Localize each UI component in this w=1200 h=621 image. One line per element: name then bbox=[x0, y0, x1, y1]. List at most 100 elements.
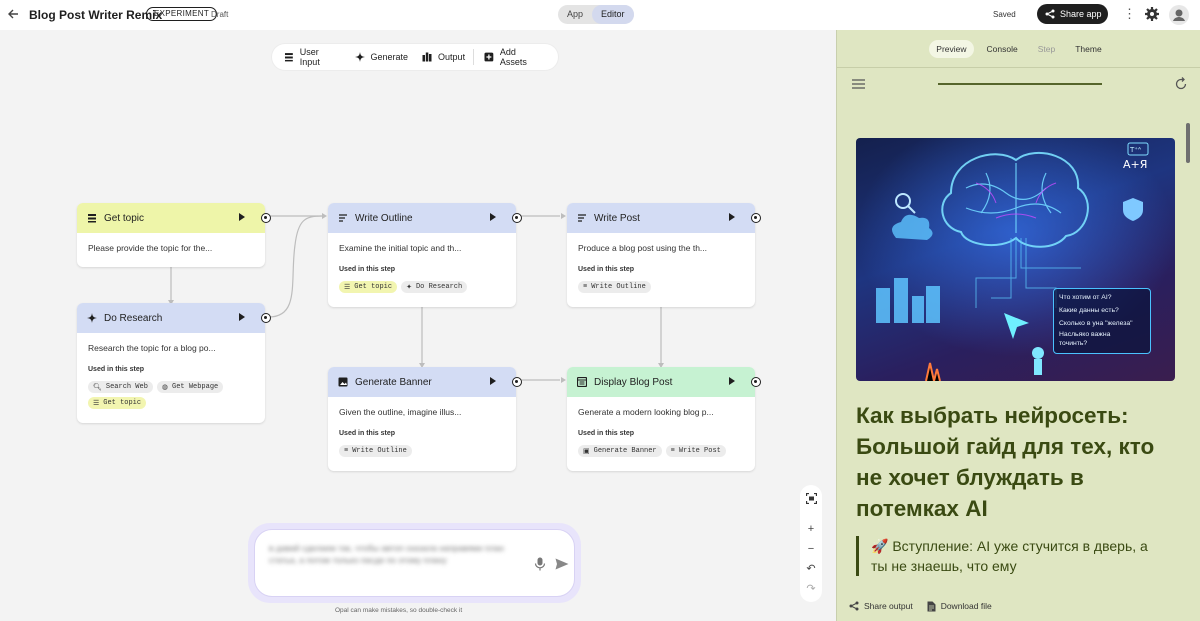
text-lines-icon: ≡ bbox=[344, 447, 349, 455]
share-app-button[interactable]: Share app bbox=[1037, 4, 1108, 24]
play-icon[interactable] bbox=[729, 377, 735, 385]
avatar[interactable] bbox=[1169, 5, 1189, 25]
chip-label: Do Research bbox=[415, 283, 463, 291]
chip-do-research[interactable]: ✦ Do Research bbox=[401, 281, 468, 293]
node-header[interactable]: Generate Banner bbox=[328, 367, 522, 397]
hero-question: Что хотим от AI? bbox=[1059, 294, 1112, 301]
user-input-icon bbox=[88, 214, 96, 223]
node-title: Get topic bbox=[104, 212, 145, 224]
gear-icon[interactable] bbox=[1144, 6, 1160, 22]
generate-tool[interactable]: Generate bbox=[354, 52, 409, 62]
sparkle-icon bbox=[354, 52, 365, 62]
chip-write-outline[interactable]: ≡ Write Outline bbox=[578, 281, 651, 293]
share-output-button[interactable]: Share output bbox=[849, 601, 913, 611]
user-input-icon bbox=[284, 53, 293, 62]
node-display-blog-post[interactable]: Display Blog Post Generate a modern look… bbox=[567, 367, 761, 471]
tab-theme[interactable]: Theme bbox=[1068, 40, 1108, 58]
node-description: Research the topic for a blog po... bbox=[88, 343, 216, 353]
used-in-step-label: Used in this step bbox=[339, 266, 396, 273]
chip-write-post[interactable]: ≡ Write Post bbox=[665, 445, 726, 457]
node-header[interactable]: Write Outline bbox=[328, 203, 522, 233]
chip-get-webpage[interactable]: ◍ Get Webpage bbox=[156, 381, 224, 393]
hamburger-menu-icon[interactable] bbox=[852, 79, 865, 89]
play-icon[interactable] bbox=[729, 213, 735, 221]
output-port[interactable] bbox=[751, 377, 761, 387]
flow-canvas[interactable]: User Input Generate Output Add Assets Ge… bbox=[0, 30, 836, 621]
scrollbar-thumb[interactable] bbox=[1186, 123, 1190, 163]
output-icon bbox=[422, 52, 432, 62]
tab-step[interactable]: Step bbox=[1031, 40, 1063, 58]
download-file-button[interactable]: Download file bbox=[927, 601, 992, 612]
text-lines-icon: ≡ bbox=[670, 447, 675, 455]
sparkle-icon bbox=[87, 313, 97, 323]
play-icon[interactable] bbox=[239, 313, 245, 321]
node-header[interactable]: Write Post bbox=[567, 203, 761, 233]
node-description: Given the outline, imagine illus... bbox=[339, 407, 462, 417]
used-in-step-label: Used in this step bbox=[578, 430, 635, 437]
share-icon bbox=[849, 601, 859, 611]
node-write-outline[interactable]: Write Outline Examine the initial topic … bbox=[328, 203, 522, 307]
hero-badge-2: A+Я bbox=[1123, 158, 1147, 171]
send-icon[interactable] bbox=[555, 558, 569, 570]
chip-list: ≡ Write Outline bbox=[328, 437, 516, 467]
chip-generate-banner[interactable]: ▣ Generate Banner bbox=[578, 445, 662, 457]
play-icon[interactable] bbox=[239, 213, 245, 221]
prompt-input[interactable]: в давай сделаем так, чтобы автоп сказала… bbox=[254, 529, 575, 597]
output-port[interactable] bbox=[751, 213, 761, 223]
generate-label: Generate bbox=[370, 52, 409, 62]
node-write-post[interactable]: Write Post Produce a blog post using the… bbox=[567, 203, 761, 307]
output-port[interactable] bbox=[261, 213, 271, 223]
tab-console[interactable]: Console bbox=[980, 40, 1025, 58]
panel-divider bbox=[837, 67, 1200, 68]
node-generate-banner[interactable]: Generate Banner Given the outline, imagi… bbox=[328, 367, 522, 471]
node-header[interactable]: Display Blog Post bbox=[567, 367, 761, 397]
redo-icon[interactable]: ↷ bbox=[806, 579, 815, 599]
back-arrow-icon[interactable] bbox=[7, 8, 19, 22]
zoom-out-icon[interactable]: − bbox=[808, 539, 814, 559]
chip-list: 🔍︎ Search Web ◍ Get Webpage ☰ Get topic bbox=[77, 373, 265, 419]
node-title: Display Blog Post bbox=[594, 376, 673, 388]
node-header[interactable]: Do Research bbox=[77, 303, 271, 333]
hero-question-box: Что хотим от AI? Какие данны есть? Сколь… bbox=[1053, 288, 1151, 354]
scrollbar[interactable] bbox=[1184, 110, 1191, 576]
node-do-research[interactable]: Do Research Research the topic for a blo… bbox=[77, 303, 271, 423]
chip-get-topic[interactable]: ☰ Get topic bbox=[88, 397, 147, 409]
output-tool[interactable]: Output bbox=[422, 52, 465, 62]
progress-bar bbox=[938, 83, 1102, 85]
share-icon bbox=[1045, 9, 1055, 19]
fit-icon[interactable] bbox=[805, 491, 817, 511]
mic-icon[interactable] bbox=[534, 557, 546, 571]
zoom-in-icon[interactable]: + bbox=[808, 519, 814, 539]
chip-get-topic[interactable]: ☰ Get topic bbox=[339, 281, 398, 293]
node-header[interactable]: Get topic bbox=[77, 203, 271, 233]
tab-app[interactable]: App bbox=[558, 5, 592, 24]
output-port[interactable] bbox=[512, 377, 522, 387]
node-get-topic[interactable]: Get topic Please provide the topic for t… bbox=[77, 203, 271, 267]
undo-icon[interactable]: ↶ bbox=[806, 559, 815, 579]
user-input-icon: ☰ bbox=[344, 283, 351, 292]
node-title: Write Post bbox=[594, 212, 640, 224]
user-input-label: User Input bbox=[299, 47, 320, 67]
text-lines-icon: ≡ bbox=[583, 283, 588, 291]
hero-badge-1: T⁺ᴬ bbox=[1129, 146, 1141, 154]
play-icon[interactable] bbox=[490, 213, 496, 221]
node-description: Please provide the topic for the... bbox=[88, 243, 213, 253]
add-assets-tool[interactable]: Add Assets bbox=[484, 47, 544, 67]
chip-write-outline[interactable]: ≡ Write Outline bbox=[339, 445, 412, 457]
refresh-icon[interactable] bbox=[1174, 77, 1188, 91]
kebab-menu-icon[interactable]: ⋮ bbox=[1123, 7, 1136, 21]
share-app-label: Share app bbox=[1060, 9, 1102, 19]
draft-status: Draft bbox=[211, 10, 229, 19]
experiment-badge: EXPERIMENT bbox=[146, 7, 218, 21]
tab-preview[interactable]: Preview bbox=[929, 39, 974, 58]
output-port[interactable] bbox=[261, 313, 271, 323]
save-status: Saved bbox=[993, 10, 1016, 19]
play-icon[interactable] bbox=[490, 377, 496, 385]
output-port[interactable] bbox=[512, 213, 522, 223]
chip-search-web[interactable]: 🔍︎ Search Web bbox=[88, 381, 153, 393]
tab-editor[interactable]: Editor bbox=[592, 5, 634, 24]
chip-label: Write Outline bbox=[591, 283, 646, 291]
zoom-controls: + − ↶ ↷ bbox=[800, 485, 822, 602]
banner-image: T⁺ᴬ A+Я Что хотим от AI? Какие данны ест… bbox=[856, 138, 1175, 381]
user-input-tool[interactable]: User Input bbox=[284, 47, 341, 67]
